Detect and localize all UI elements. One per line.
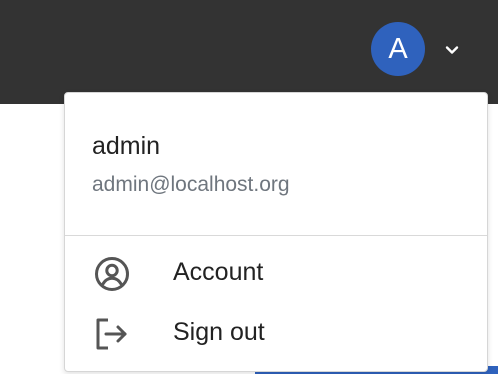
user-dropdown-menu: admin admin@localhost.org Account Sign o…	[64, 92, 488, 372]
username: admin	[92, 132, 161, 160]
chevron-down-icon[interactable]	[442, 40, 462, 60]
top-bar: A	[0, 0, 498, 104]
user-info: admin admin@localhost.org	[65, 93, 487, 236]
account-circle-icon	[95, 257, 129, 291]
menu-item-account-label: Account	[173, 258, 264, 286]
user-email: admin@localhost.org	[92, 173, 290, 196]
user-avatar-button[interactable]: A	[371, 22, 425, 76]
menu-item-sign-out[interactable]: Sign out	[65, 303, 487, 363]
menu-item-sign-out-label: Sign out	[173, 318, 265, 346]
sign-out-icon	[96, 318, 127, 350]
menu-item-account[interactable]: Account	[65, 243, 487, 303]
